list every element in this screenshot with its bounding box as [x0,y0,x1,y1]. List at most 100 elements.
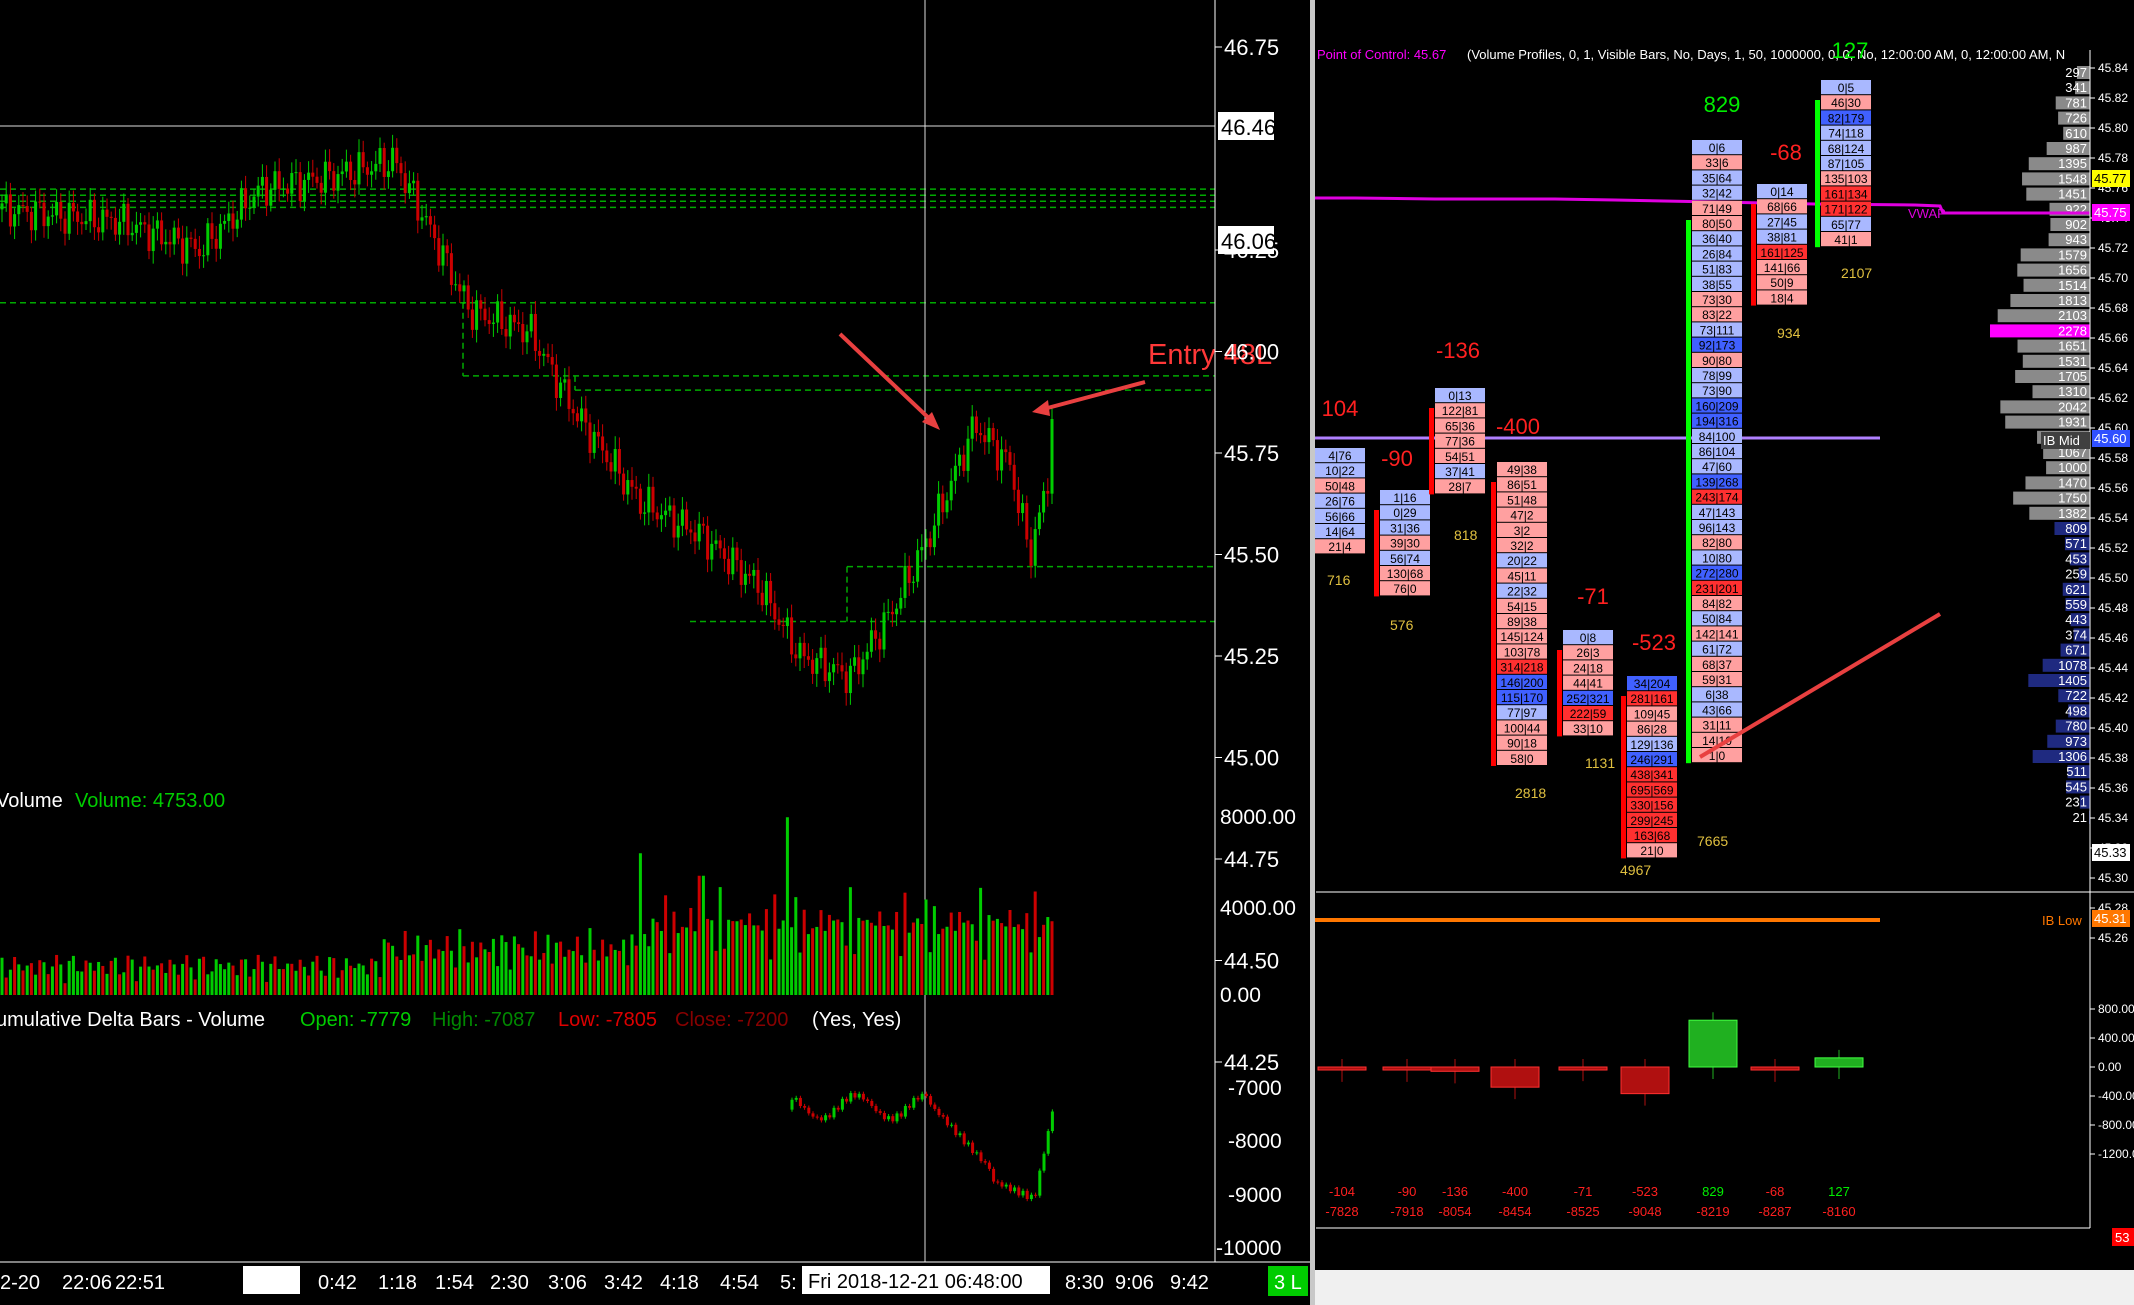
time-label[interactable]: 1:18 [378,1272,417,1294]
footprint-side-bar [1429,408,1434,495]
candle-body [164,241,168,245]
footprint-cell-text: 695|569 [1630,783,1673,797]
footprint-side-bar [1751,204,1756,306]
volume-bar [970,924,974,995]
footprint-cell-text: 54|15 [1507,600,1537,614]
volume-bar [500,935,504,995]
time-label[interactable]: 5: [780,1272,797,1294]
candle-body [487,320,491,324]
candle-body [592,431,596,453]
profile-volume-label: 1579 [2058,247,2087,262]
delta-body [857,1093,861,1098]
time-label[interactable]: 3:06 [548,1272,587,1294]
candle-body [109,216,113,218]
candle-body [504,329,508,337]
delta-row-value: -136 [1442,1184,1468,1199]
footprint-cell-text: 65|36 [1445,419,1475,433]
footprint-cell-text: 35|64 [1702,171,1732,185]
candle-body [399,163,403,174]
delta-body [1017,1187,1021,1196]
volume-bar [210,971,214,995]
volume-bar [575,936,579,995]
candle-body [571,408,575,414]
volume-bar [311,961,315,995]
footprint-delta: -400 [1496,414,1540,439]
delta-body [803,1106,807,1108]
footprint-cell-text: 68|66 [1767,200,1797,214]
volume-bar [160,963,164,995]
footprint-cell-text: 27|45 [1767,215,1797,229]
candle-body [231,213,235,229]
candle-body [88,199,92,222]
footprint-cell-text: 31|11 [1703,719,1732,733]
volume-bar [185,955,189,995]
delta-body [828,1115,832,1118]
time-label[interactable]: 0:42 [318,1272,357,1294]
candle-body [42,202,46,227]
profile-volume-label: 498 [2065,703,2087,718]
delta-body [819,1117,823,1121]
time-label[interactable]: 4:18 [660,1272,699,1294]
time-label[interactable]: 4:54 [720,1272,759,1294]
profile-volume-label: 231 [2065,795,2087,810]
footprint-cell-text: 87|105 [1828,157,1865,171]
footprint-cell-text: 58|0 [1510,752,1533,766]
candle-body [382,148,386,177]
volume-bar [601,939,605,995]
volume-bar [521,947,525,995]
candle-body [932,525,936,548]
candle-body [886,611,890,613]
candle-body [441,245,445,266]
volume-bar [29,963,33,995]
footprint-total: 2107 [1841,265,1872,281]
right-footprint-chart[interactable]: Point of Control: 45.67 (Volume Profiles… [1315,0,2134,1305]
candle-body [483,308,487,321]
footprint-cell-text: 18|4 [1770,291,1793,305]
candle-body [113,217,117,235]
profile-volume-label: 559 [2065,597,2087,612]
volume-bar [517,944,521,995]
delta-body [1008,1184,1012,1192]
vwap-label: VWAP [1908,206,1946,221]
price-tick-label: 44.75 [1224,847,1279,872]
footprint-delta: -523 [1632,630,1676,655]
volume-bar [294,970,298,995]
time-label[interactable]: 22:06 [62,1272,112,1294]
footprint-cell-text: 74|118 [1828,127,1864,141]
candle-body [391,147,395,172]
volume-bar [1050,921,1054,995]
left-price-chart[interactable]: Entry 48L 46.7546.2546.0045.7545.5045.25… [0,0,1310,1305]
volume-bar [55,954,59,995]
footprint-cell-text: 41|1 [1834,233,1857,247]
profile-volume-label: 1395 [2058,156,2087,171]
price-tick-label: 46.75 [1224,35,1279,60]
volume-bar [1012,926,1016,995]
time-label[interactable]: 1:54 [435,1272,474,1294]
volume-bar [1029,952,1033,995]
time-label[interactable]: 9:42 [1170,1272,1209,1294]
candle-body [815,658,819,674]
volume-bar [71,955,75,995]
footprint-cell-text: 38|81 [1767,231,1797,245]
candle-body [193,238,197,249]
volume-bar [126,955,130,995]
time-label[interactable]: 2-20 [0,1272,40,1294]
time-label[interactable]: 8:30 [1065,1272,1104,1294]
delta-close: Close: -7200 [675,1009,788,1031]
date-badge [243,1266,300,1294]
delta-body [908,1106,912,1108]
candle-body [454,284,458,286]
price-tick-label: 46.00 [1224,340,1279,365]
time-label[interactable]: 3:42 [604,1272,643,1294]
time-label[interactable]: 2:30 [490,1272,529,1294]
delta-row-value: -104 [1329,1184,1355,1199]
candle-body [701,523,705,526]
profile-volume-label: 443 [2065,612,2087,627]
candle-body [937,493,941,526]
volume-bar [80,971,84,995]
delta-open: Open: -7779 [300,1009,411,1031]
delta-body [979,1152,983,1162]
time-label[interactable]: 22:51 [115,1272,165,1294]
time-label[interactable]: 9:06 [1115,1272,1154,1294]
profile-volume-label: 1531 [2058,354,2087,369]
